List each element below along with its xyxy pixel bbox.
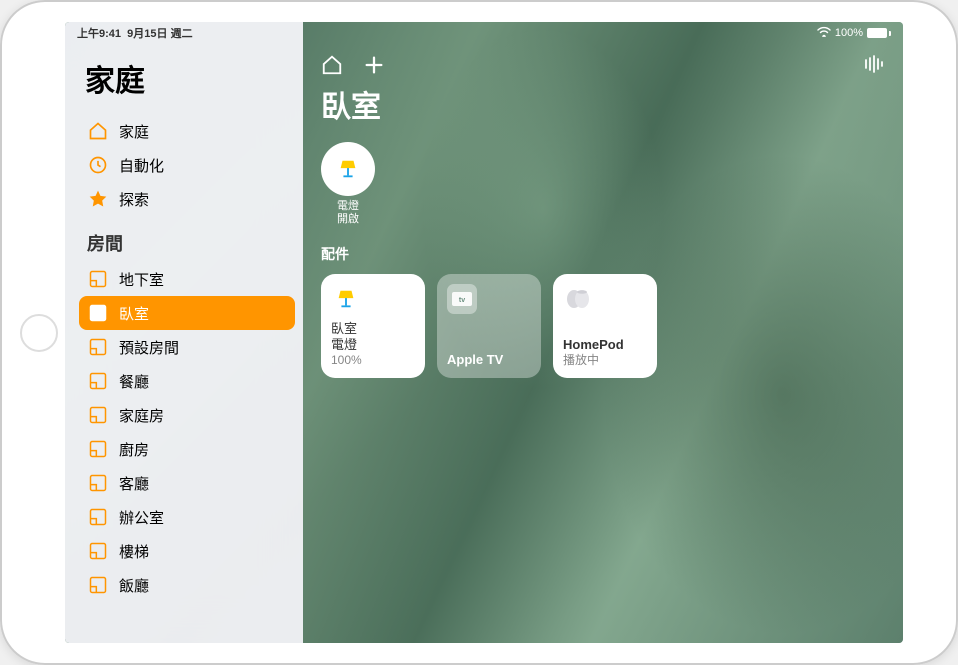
nav-label: 自動化	[119, 155, 164, 176]
nav-automation[interactable]: 自動化	[79, 148, 295, 182]
status-bar: 上午9:41 9月15日 週二 100%	[65, 22, 903, 42]
room-icon	[87, 438, 109, 460]
room-living[interactable]: 客廳	[79, 466, 295, 500]
room-icon	[87, 574, 109, 596]
room-icon	[87, 268, 109, 290]
homepod-icon	[563, 284, 593, 314]
tile-line: 臥室	[331, 321, 415, 337]
scene-label: 電燈開啟	[337, 200, 359, 226]
battery-icon	[867, 28, 891, 38]
accessories-label: 配件	[321, 244, 885, 264]
accessory-bedroom-light[interactable]: 臥室 電燈 100%	[321, 274, 425, 378]
room-office[interactable]: 辦公室	[79, 500, 295, 534]
room-title: 臥室	[321, 82, 885, 126]
lamp-icon	[331, 284, 361, 314]
house-icon	[87, 120, 109, 142]
nav-label: 家庭	[119, 121, 149, 142]
room-label: 客廳	[119, 473, 149, 494]
nav-label: 探索	[119, 189, 149, 210]
lamp-icon	[337, 158, 359, 180]
app-title: 家庭	[79, 56, 295, 100]
rooms-header: 房間	[87, 230, 295, 256]
room-icon	[87, 506, 109, 528]
battery-percent: 100%	[835, 27, 863, 39]
room-label: 飯廳	[119, 575, 149, 596]
room-icon	[87, 370, 109, 392]
room-label: 地下室	[119, 269, 164, 290]
room-basement[interactable]: 地下室	[79, 262, 295, 296]
room-icon	[87, 472, 109, 494]
intercom-icon-button[interactable]	[863, 54, 885, 76]
room-label: 廚房	[119, 439, 149, 460]
ipad-home-button[interactable]	[20, 314, 58, 352]
room-icon	[87, 540, 109, 562]
star-icon	[87, 188, 109, 210]
tile-status: 播放中	[563, 353, 647, 368]
tile-label: HomePod	[563, 337, 647, 353]
room-kitchen[interactable]: 廚房	[79, 432, 295, 466]
room-stair[interactable]: 樓梯	[79, 534, 295, 568]
room-label: 餐廳	[119, 371, 149, 392]
room-family[interactable]: 家庭房	[79, 398, 295, 432]
room-icon	[87, 336, 109, 358]
room-dininghall[interactable]: 飯廳	[79, 568, 295, 602]
clock-icon	[87, 154, 109, 176]
room-label: 辦公室	[119, 507, 164, 528]
room-label: 預設房間	[119, 337, 179, 358]
accessory-apple-tv[interactable]: tv Apple TV	[437, 274, 541, 378]
status-time: 上午9:41	[77, 28, 121, 40]
nav-discover[interactable]: 探索	[79, 182, 295, 216]
room-label: 家庭房	[119, 405, 164, 426]
room-dining[interactable]: 餐廳	[79, 364, 295, 398]
sidebar: 家庭 家庭 自動化 探索 房間	[65, 22, 303, 643]
room-label: 樓梯	[119, 541, 149, 562]
room-label: 臥室	[119, 303, 149, 324]
room-icon	[87, 302, 109, 324]
wifi-icon	[817, 26, 831, 40]
tile-line: 電燈	[331, 337, 415, 353]
room-icon	[87, 404, 109, 426]
appletv-icon: tv	[447, 284, 477, 314]
tile-status: 100%	[331, 353, 415, 368]
home-icon-button[interactable]	[321, 54, 343, 76]
svg-text:tv: tv	[459, 297, 465, 304]
tile-label: Apple TV	[447, 352, 531, 368]
status-date: 9月15日 週二	[127, 28, 192, 40]
scene-lights-on[interactable]	[321, 142, 375, 196]
add-button[interactable]	[363, 54, 385, 76]
nav-home[interactable]: 家庭	[79, 114, 295, 148]
accessory-homepod[interactable]: HomePod 播放中	[553, 274, 657, 378]
room-default[interactable]: 預設房間	[79, 330, 295, 364]
main-content: 臥室 電燈開啟 配件	[303, 22, 903, 643]
room-bedroom[interactable]: 臥室	[79, 296, 295, 330]
